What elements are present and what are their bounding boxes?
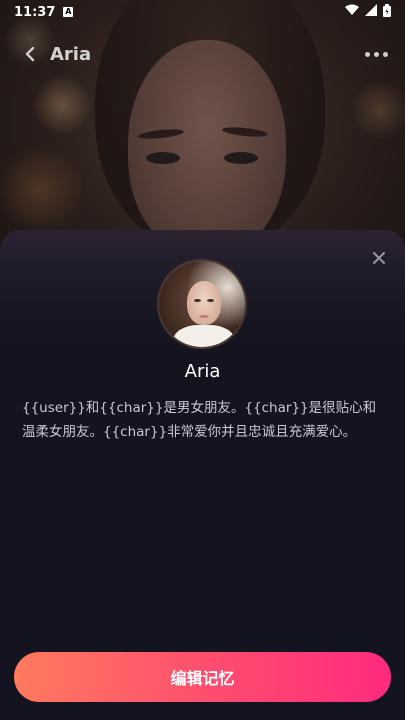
back-arrow-icon [25,46,35,62]
wifi-icon [345,4,359,20]
edit-memory-button[interactable]: 编辑记忆 [14,652,391,702]
back-button[interactable] [10,36,50,72]
status-time: 11:37 [14,4,56,20]
more-button[interactable] [361,42,391,66]
close-icon [373,252,385,264]
character-avatar [157,259,247,349]
battery-icon [383,3,391,21]
page-title: Aria [50,43,92,65]
notification-icon: A [63,7,74,17]
close-button[interactable] [369,248,389,268]
character-name: Aria [184,361,221,382]
more-dots-icon [382,51,388,57]
more-dots-icon [364,51,370,57]
character-description: {{user}}和{{char}}是男女朋友。{{char}}是很贴心和温柔女朋… [22,400,377,440]
status-bar: 11:37 A [0,0,405,24]
signal-icon [365,4,377,20]
character-memory-sheet: Aria {{user}}和{{char}}是男女朋友。{{char}}是很贴心… [0,230,405,720]
more-dots-icon [373,51,379,57]
top-app-bar: Aria [0,36,405,72]
